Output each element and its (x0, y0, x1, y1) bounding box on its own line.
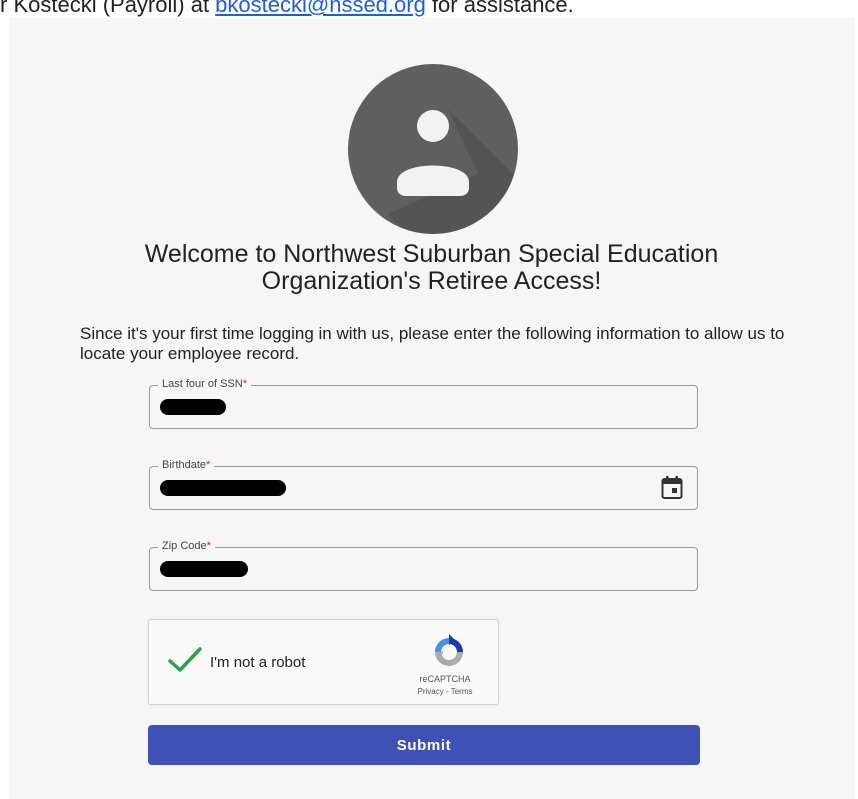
top-instruction-suffix: for assistance. (425, 0, 574, 17)
checkmark-icon[interactable] (167, 646, 203, 674)
recaptcha-links: Privacy - Terms (395, 687, 495, 696)
top-instruction-text: r Kostecki (Payroll) at bkostecki@nssed.… (0, 0, 574, 18)
submit-button[interactable]: Submit (148, 725, 700, 765)
birthdate-field-label: Birthdate* (158, 458, 215, 472)
birthdate-label-text: Birthdate (162, 459, 207, 471)
top-instruction-strip: r Kostecki (Payroll) at bkostecki@nssed.… (0, 0, 858, 18)
birthdate-field[interactable]: Birthdate* (149, 458, 698, 510)
ssn-required-mark: * (242, 378, 247, 390)
ssn-label-text: Last four of SSN (162, 378, 243, 390)
welcome-line-2: Organization's Retiree Access! (261, 267, 602, 295)
zip-code-field[interactable]: Zip Code* (149, 539, 698, 591)
birthdate-required-mark: * (206, 459, 211, 471)
zip-field-label: Zip Code* (158, 539, 215, 553)
ssn-last-four-field[interactable]: Last four of SSN* (149, 377, 698, 429)
birthdate-redacted-value (160, 480, 286, 496)
recaptcha-widget: I'm not a robot reCAPTCHA Privacy - Term… (148, 619, 499, 705)
top-instruction-prefix: r Kostecki (Payroll) at (0, 0, 216, 17)
zip-redacted-value (160, 561, 248, 577)
welcome-heading: Welcome to Northwest Suburban Special Ed… (39, 241, 824, 295)
recaptcha-logo-icon (435, 634, 463, 666)
not-a-robot-label: I'm not a robot (210, 654, 306, 671)
ssn-field-label: Last four of SSN* (158, 377, 251, 391)
recaptcha-brand-text: reCAPTCHA (419, 674, 471, 684)
calendar-icon[interactable] (661, 476, 683, 500)
intro-text: Since it's your first time logging in wi… (80, 324, 785, 363)
login-card: Welcome to Northwest Suburban Special Ed… (9, 18, 855, 799)
recaptcha-links-separator: - (443, 687, 451, 696)
welcome-line-1: Welcome to Northwest Suburban Special Ed… (144, 240, 719, 268)
recaptcha-privacy-link[interactable]: Privacy (418, 687, 444, 696)
zip-label-text: Zip Code (162, 540, 207, 552)
zip-required-mark: * (206, 540, 211, 552)
ssn-redacted-value (160, 399, 226, 415)
recaptcha-terms-link[interactable]: Terms (451, 687, 473, 696)
account-circle-icon (348, 64, 518, 234)
payroll-email-link[interactable]: bkostecki@nssed.org (215, 0, 426, 17)
